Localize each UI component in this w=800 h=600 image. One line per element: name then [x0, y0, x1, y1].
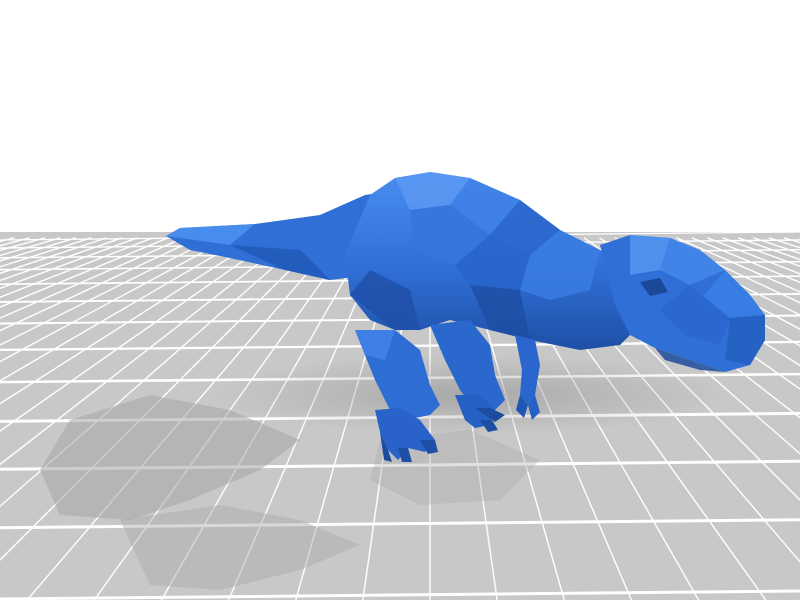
render-viewport — [0, 172, 800, 600]
